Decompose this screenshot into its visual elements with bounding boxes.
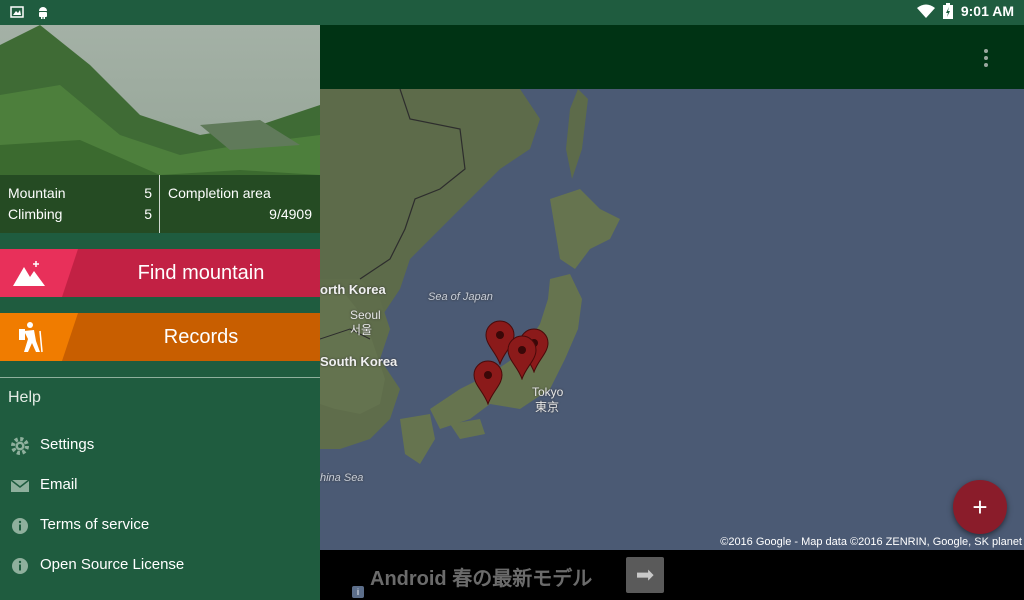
find-mountain-icon-box bbox=[0, 249, 78, 297]
find-mountain-button[interactable]: Find mountain bbox=[0, 249, 320, 297]
hiker-icon bbox=[19, 322, 43, 353]
mountain-icon bbox=[13, 261, 45, 286]
map-marker-pin[interactable] bbox=[472, 359, 504, 405]
navigation-drawer: Mountain 5 Climbing 5 Completion area 9/49… bbox=[0, 25, 320, 600]
menu-item-label: Open Source License bbox=[40, 556, 185, 573]
image-notification-icon bbox=[10, 6, 24, 18]
overflow-menu-icon[interactable] bbox=[984, 49, 990, 67]
map-label-south-korea: South Korea bbox=[320, 354, 398, 369]
find-mountain-label: Find mountain bbox=[137, 262, 265, 284]
climbing-count-value: 5 bbox=[144, 206, 152, 222]
map-copyright: ©2016 Google - Map data ©2016 ZENRIN, Go… bbox=[720, 536, 1022, 548]
battery-charging-icon bbox=[942, 3, 953, 19]
ad-banner[interactable]: Android 春の最新モデル ➡ i bbox=[320, 550, 1024, 600]
menu-item-open-source-license[interactable]: Open Source License bbox=[0, 545, 320, 585]
wifi-icon bbox=[916, 4, 935, 18]
info-icon bbox=[12, 518, 28, 534]
map-canvas bbox=[320, 89, 620, 464]
menu-item-label: Email bbox=[40, 476, 78, 493]
records-button[interactable]: Records bbox=[0, 313, 320, 361]
map-marker-pin[interactable] bbox=[506, 334, 538, 380]
map-label-china-sea: hina Sea bbox=[320, 472, 364, 484]
menu-item-email[interactable]: Email bbox=[0, 465, 320, 505]
map-label-seoul: Seoul bbox=[350, 308, 381, 322]
stats-divider bbox=[159, 175, 160, 233]
climbing-count-label: Climbing bbox=[8, 206, 63, 222]
ad-info-icon[interactable]: i bbox=[352, 586, 364, 598]
info-icon bbox=[12, 558, 28, 574]
records-icon-box bbox=[0, 313, 78, 361]
menu-item-settings[interactable]: Settings bbox=[0, 425, 320, 465]
drawer-divider bbox=[0, 377, 320, 378]
stats-panel: Mountain 5 Climbing 5 Completion area 9/49… bbox=[0, 175, 320, 233]
drawer-header-image: Mountain 5 Climbing 5 Completion area 9/49… bbox=[0, 25, 320, 233]
menu-item-label: Terms of service bbox=[40, 516, 150, 533]
map-label-sea-of-japan: Sea of Japan bbox=[428, 291, 493, 303]
mountain-count-label: Mountain bbox=[8, 185, 66, 201]
envelope-icon bbox=[10, 479, 30, 492]
records-label: Records bbox=[163, 326, 239, 348]
menu-item-terms[interactable]: Terms of service bbox=[0, 505, 320, 545]
map-label-tokyo-jp: 東京 bbox=[535, 400, 560, 414]
status-bar: 9:01 AM bbox=[0, 0, 1024, 25]
ad-arrow-button[interactable]: ➡ bbox=[626, 557, 664, 593]
map-label-north-korea: orth Korea bbox=[320, 282, 386, 297]
mountain-count-value: 5 bbox=[144, 185, 152, 201]
map-label-seoul-ko: 서울 bbox=[350, 323, 373, 337]
app-bar bbox=[320, 25, 1024, 89]
add-fab-button[interactable]: + bbox=[953, 480, 1007, 534]
gear-icon bbox=[11, 437, 29, 455]
map-label-tokyo: Tokyo bbox=[532, 385, 564, 399]
ad-text[interactable]: Android 春の最新モデル bbox=[370, 562, 592, 591]
completion-area-value: 9/4909 bbox=[269, 206, 312, 222]
map-view[interactable]: orth Korea Seoul 서울 South Korea Sea of J… bbox=[320, 89, 1024, 550]
android-icon bbox=[39, 7, 47, 19]
completion-area-label: Completion area bbox=[168, 185, 271, 201]
help-section-title: Help bbox=[8, 389, 41, 406]
status-time: 9:01 AM bbox=[960, 3, 1014, 19]
menu-item-label: Settings bbox=[40, 436, 95, 453]
